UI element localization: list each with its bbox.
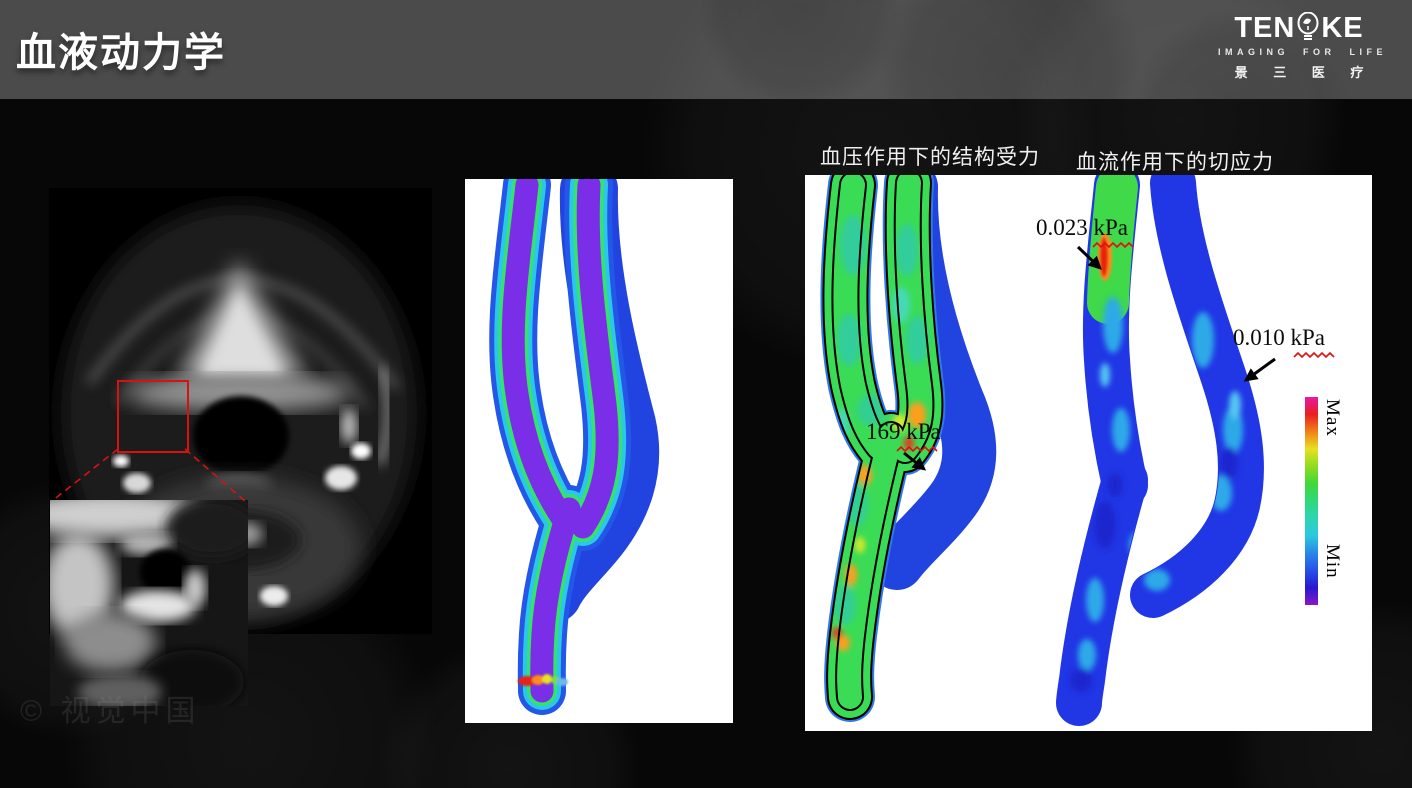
colorbar-min-label: Min (1322, 544, 1343, 579)
simulation-vessels-figure (805, 175, 1335, 731)
colorbar-max-label: Max (1322, 399, 1343, 437)
structural-stress-label: 血压作用下的结构受力 (820, 145, 1040, 169)
shear-peak-annotation: 0.023 kPa (1036, 215, 1128, 240)
slide-root: 血液动力学 TEN KE IMAGING FOR LIFE 景 三 医 疗 (0, 0, 1412, 788)
mri-zoom-inset (15, 490, 258, 714)
vessel-wall-model-figure (465, 179, 733, 723)
brand-right-text: KE (1321, 12, 1364, 44)
mri-highlight-box (117, 380, 189, 453)
shear-low-annotation: 0.010 kPa (1233, 325, 1325, 350)
vessel-wall-model-panel (465, 179, 733, 723)
stock-watermark: © 视觉中国 (20, 695, 201, 728)
structural-peak-annotation: 169 kPa (866, 419, 941, 444)
page-title: 血液动力学 (16, 31, 226, 75)
colorbar (1305, 397, 1318, 605)
annotation-arrows (903, 245, 1276, 471)
simulation-results-panel: 0.023 kPa 0.010 kPa 169 kPa Max Min (805, 175, 1372, 731)
shear-stress-label: 血流作用下的切应力 (1076, 150, 1274, 174)
